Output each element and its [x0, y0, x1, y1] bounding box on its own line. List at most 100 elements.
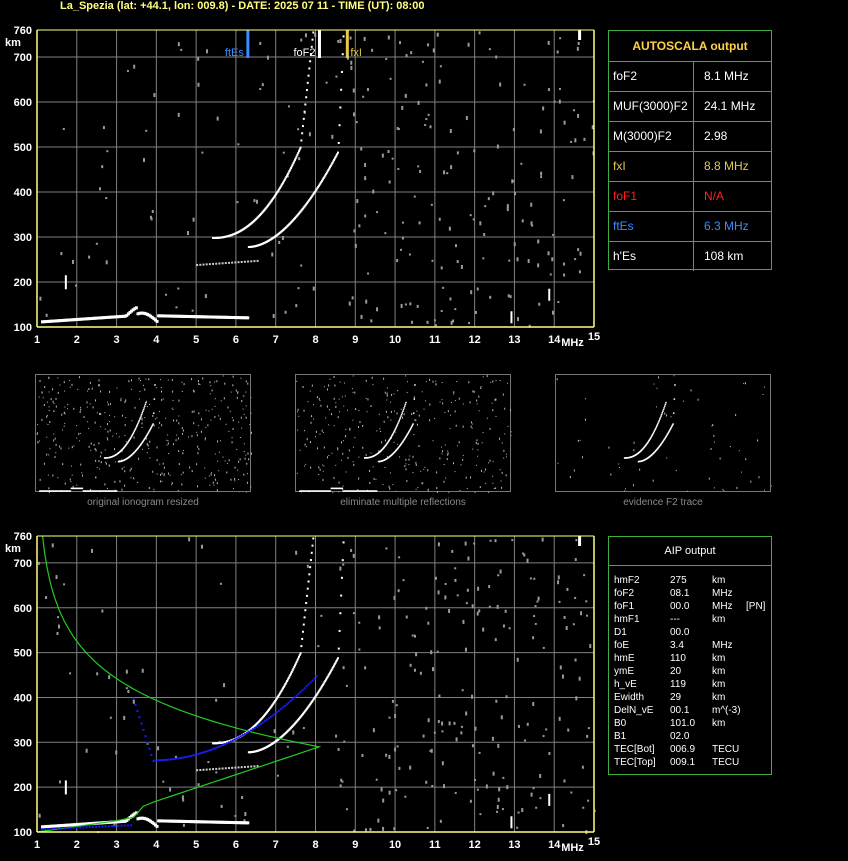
noise-dot — [188, 537, 191, 542]
noise-dot — [245, 416, 247, 419]
aip-value: 08.1 — [670, 588, 690, 599]
noise-dot — [57, 377, 59, 379]
noise-dot — [559, 37, 562, 40]
x-tick-label: 15 — [588, 836, 600, 848]
noise-dot — [50, 398, 52, 401]
noise-dot — [312, 404, 314, 406]
noise-dot — [79, 432, 81, 434]
aip-trace-dot — [170, 758, 173, 761]
noise-dot — [214, 405, 216, 407]
aip-value: 119 — [670, 679, 686, 690]
aip-trace-dot — [60, 827, 63, 830]
noise-dot — [106, 150, 109, 153]
es-trace-dot — [341, 487, 344, 490]
x-tick-label: 7 — [273, 839, 279, 851]
noise-dot — [436, 491, 438, 493]
noise-dot — [204, 294, 207, 299]
f2-x-trace-dot — [341, 53, 344, 56]
noise-dot — [573, 469, 575, 472]
f2-o-trace-dot — [305, 89, 308, 92]
noise-dot — [42, 397, 44, 399]
noise-dot — [46, 453, 48, 456]
noise-dot — [439, 819, 442, 823]
noise-dot — [583, 137, 586, 141]
noise-dot — [501, 486, 503, 489]
f2-o-trace-dot — [308, 67, 311, 70]
noise-dot — [204, 477, 206, 479]
f2-o-trace-dot — [142, 408, 145, 411]
autoscala-key: h'Es — [613, 249, 636, 263]
fxi-label: fxI — [350, 47, 362, 59]
noise-dot — [197, 56, 200, 61]
noise-dot — [59, 384, 61, 386]
noise-dot — [427, 718, 430, 723]
noise-dot — [439, 457, 441, 460]
noise-dot — [491, 736, 494, 741]
noise-dot — [405, 468, 407, 471]
noise-dot — [178, 450, 180, 453]
noise-dot — [230, 391, 232, 393]
noise-dot — [413, 419, 415, 421]
noise-dot — [144, 417, 146, 419]
noise-dot — [177, 112, 180, 117]
noise-dot — [44, 386, 46, 389]
f2-o-trace-dot — [138, 419, 140, 422]
trace-dot — [250, 260, 253, 263]
x-tick-label: 9 — [352, 839, 358, 851]
noise-dot — [232, 384, 234, 387]
noise-dot — [340, 778, 343, 782]
noise-dot — [523, 83, 526, 86]
autoscala-key: MUF(3000)F2 — [613, 99, 688, 113]
noise-dot — [253, 199, 256, 203]
trace-dot — [208, 768, 211, 771]
noise-dot — [713, 434, 715, 437]
noise-dot — [205, 426, 207, 428]
noise-dot — [521, 808, 524, 813]
noise-dot — [259, 88, 262, 91]
f2-o-trace-dot — [664, 403, 667, 406]
noise-dot — [435, 380, 437, 382]
noise-dot — [198, 383, 200, 386]
noise-dot — [91, 387, 93, 390]
noise-dot — [108, 675, 111, 680]
noise-dot — [39, 478, 41, 481]
noise-dot — [310, 421, 312, 424]
noise-dot — [417, 487, 419, 489]
f2-o-trace-dot — [304, 609, 307, 612]
noise-dot — [452, 462, 454, 465]
f2-o-trace-dot — [658, 419, 660, 422]
noise-dot — [69, 386, 71, 388]
noise-dot — [81, 474, 83, 477]
f2-o-trace-dot — [137, 422, 139, 425]
noise-dot — [478, 410, 480, 412]
f2-o-trace-dot — [404, 405, 406, 407]
noise-dot — [431, 259, 434, 262]
aip-key: D1 — [614, 627, 627, 638]
noise-dot — [124, 424, 126, 427]
noise-dot — [458, 397, 460, 400]
noise-dot — [735, 414, 737, 417]
noise-dot — [434, 324, 437, 327]
noise-dot — [245, 380, 247, 383]
noise-dot — [542, 646, 545, 649]
noise-dot — [484, 205, 487, 208]
noise-dot — [39, 440, 41, 442]
noise-dot — [655, 406, 657, 408]
noise-dot — [535, 806, 538, 809]
noise-dot — [331, 134, 334, 139]
noise-dot — [245, 391, 247, 393]
noise-dot — [577, 439, 579, 442]
trace-dot — [231, 766, 234, 769]
noise-dot — [38, 813, 41, 818]
noise-dot — [116, 433, 118, 435]
noise-dot — [393, 410, 395, 412]
noise-dot — [90, 449, 92, 451]
noise-dot — [419, 671, 422, 675]
x-unit-label: MHz — [561, 842, 584, 854]
noise-dot — [105, 462, 107, 465]
noise-dot — [245, 405, 247, 407]
f2-o-trace-dot — [394, 428, 397, 430]
noise-dot — [434, 576, 437, 580]
noise-dot — [193, 389, 195, 392]
noise-dot — [342, 666, 345, 670]
